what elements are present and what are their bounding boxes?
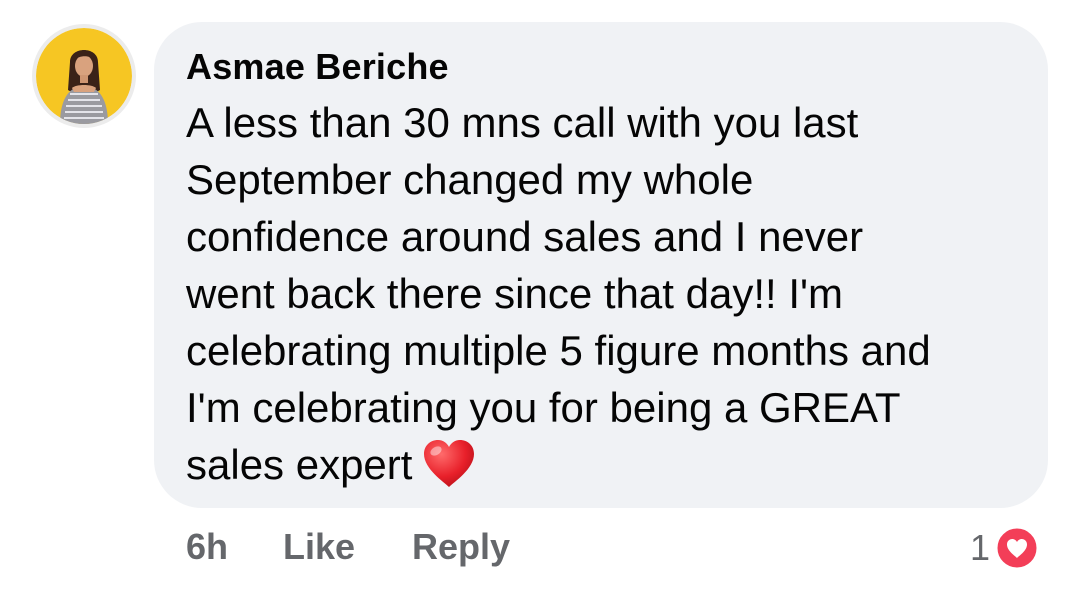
reaction-count: 1 xyxy=(970,527,991,568)
comment-line: celebrating multiple 5 figure months and xyxy=(186,327,931,374)
comment-line: confidence around sales and I never xyxy=(186,213,864,260)
comment-line: I'm celebrating you for being a GREAT xyxy=(186,384,901,431)
comment-line: sales expert xyxy=(186,441,413,488)
reaction-summary[interactable]: 1 xyxy=(970,524,1040,572)
reply-button[interactable]: Reply xyxy=(412,526,510,568)
comment-text: A less than 30 mns call with you last Se… xyxy=(186,94,1026,503)
like-button[interactable]: Like xyxy=(283,526,355,568)
comment-line: went back there since that day!! I'm xyxy=(186,270,844,317)
comment-timestamp[interactable]: 6h xyxy=(186,526,228,568)
comment-author[interactable]: Asmae Beriche xyxy=(186,44,1018,90)
comment-line-last: sales expert xyxy=(186,436,1026,503)
comment-line: A less than 30 mns call with you last xyxy=(186,99,859,146)
comment-line: September changed my whole xyxy=(186,156,754,203)
comment-bubble: Asmae Beriche A less than 30 mns call wi… xyxy=(154,22,1048,508)
avatar[interactable] xyxy=(32,24,136,128)
profile-photo xyxy=(36,28,132,124)
love-reaction-icon xyxy=(994,525,1040,571)
comment-actions: 6h Like Reply 1 xyxy=(0,520,1080,576)
red-heart-emoji-icon xyxy=(422,439,476,503)
